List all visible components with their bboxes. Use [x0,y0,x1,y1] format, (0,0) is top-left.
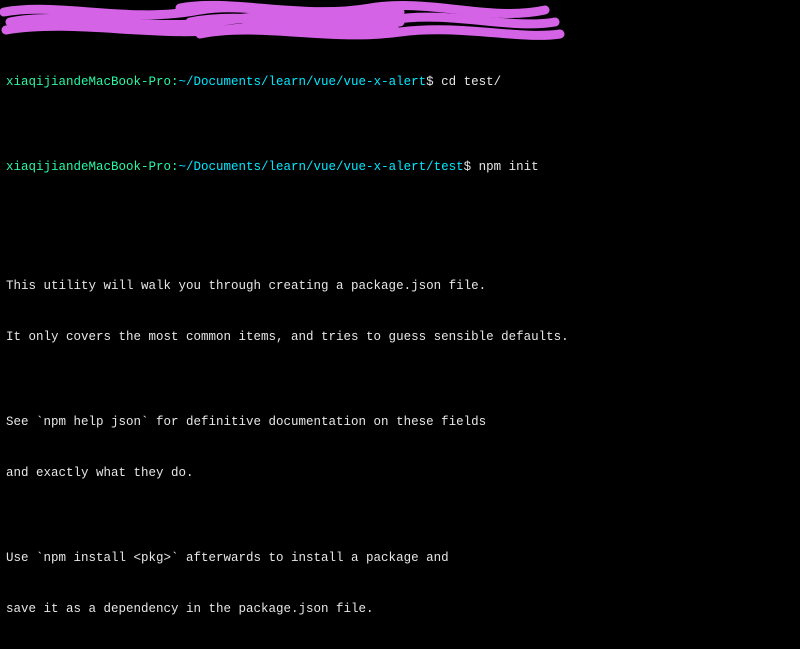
prompt-cwd: ~/Documents/learn/vue/vue-x-alert/test [179,160,464,174]
prompt-dollar: $ [426,75,441,89]
redaction-scribble-icon [0,0,800,50]
output-text: save it as a dependency in the package.j… [6,601,794,618]
terminal-window[interactable]: xiaqijiandeMacBook-Pro:~/Documents/learn… [0,0,800,649]
command-text: npm init [479,160,539,174]
prompt-dollar: $ [464,160,479,174]
command-text: cd test/ [441,75,501,89]
output-text: This utility will walk you through creat… [6,278,794,295]
prompt-userhost: xiaqijiandeMacBook-Pro: [6,160,179,174]
output-text: See `npm help json` for definitive docum… [6,414,794,431]
prompt-cwd: ~/Documents/learn/vue/vue-x-alert [179,75,427,89]
output-text: and exactly what they do. [6,465,794,482]
output-text: It only covers the most common items, an… [6,329,794,346]
prompt-userhost: xiaqijiandeMacBook-Pro: [6,75,179,89]
shell-line-1: xiaqijiandeMacBook-Pro:~/Documents/learn… [6,74,794,91]
output-text: Use `npm install <pkg>` afterwards to in… [6,550,794,567]
shell-line-2: xiaqijiandeMacBook-Pro:~/Documents/learn… [6,159,794,176]
